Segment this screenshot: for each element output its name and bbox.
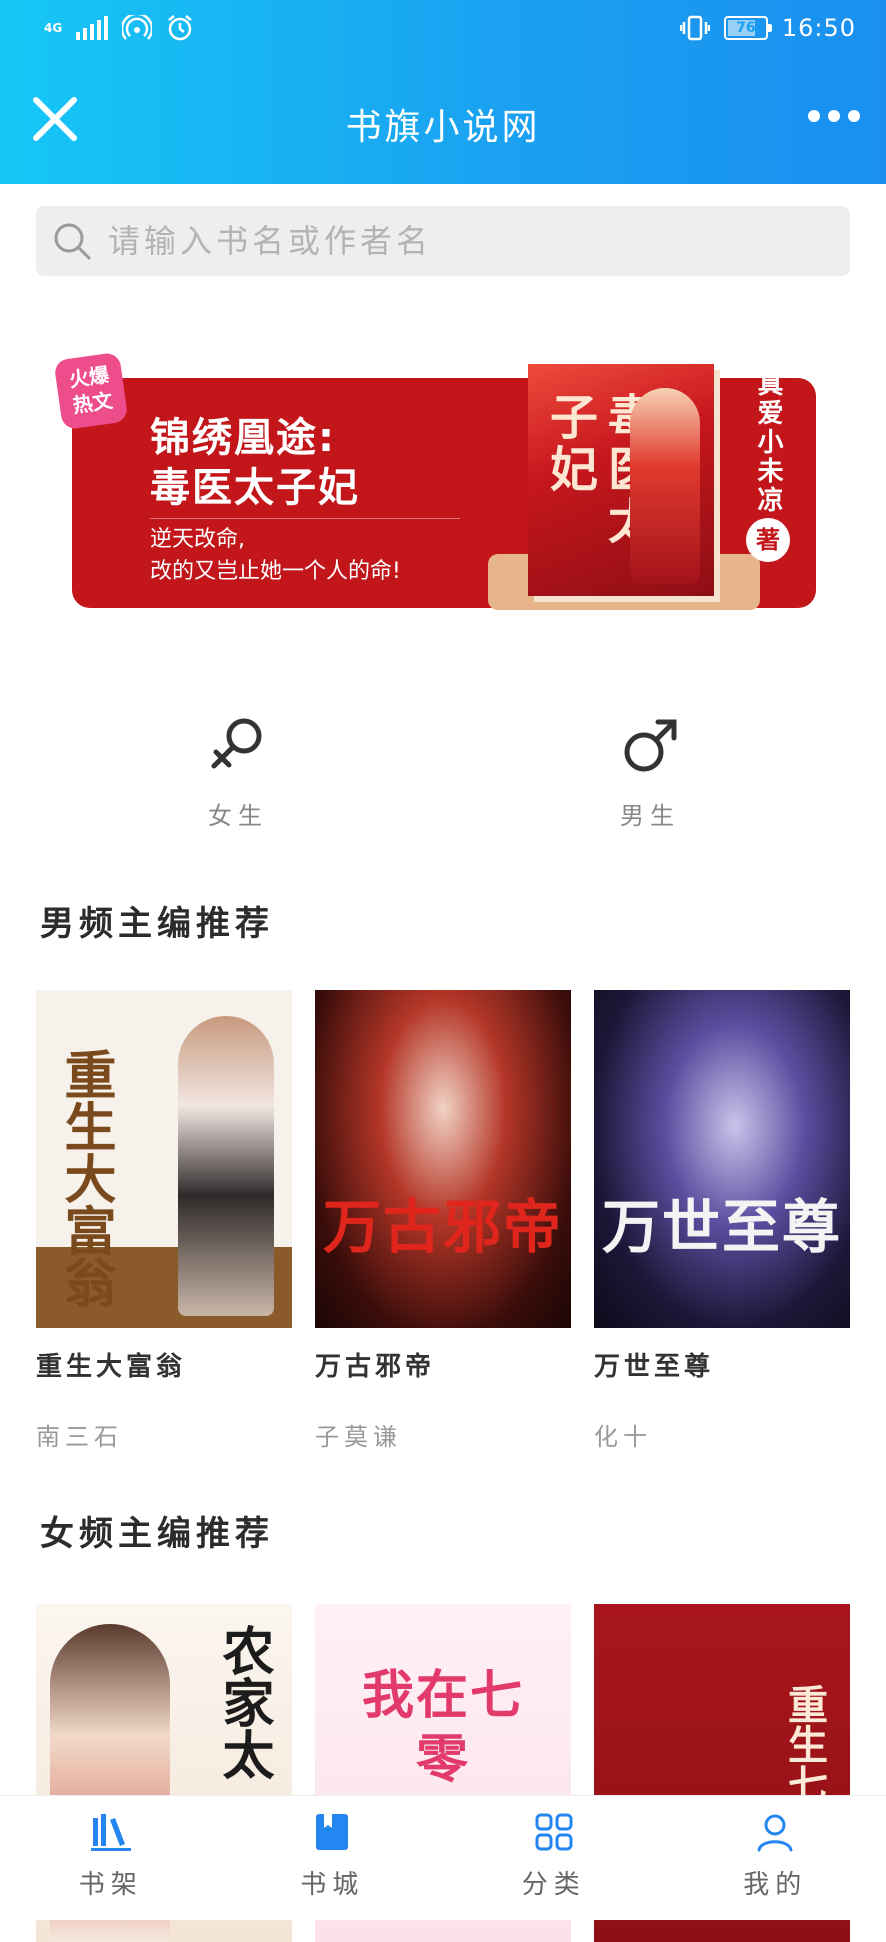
nav-label-bookshelf: 书架 xyxy=(0,1864,222,1901)
hot-badge: 火爆 热文 xyxy=(53,352,128,431)
network-type: 4G xyxy=(44,22,62,34)
search-input[interactable] xyxy=(106,221,810,261)
book-cover: 重生大富翁 xyxy=(36,990,292,1328)
book-title: 重生大富翁 xyxy=(36,1346,292,1383)
nav-label-category: 分类 xyxy=(443,1864,665,1901)
cover-illustration xyxy=(630,388,700,584)
category-icon xyxy=(532,1810,576,1854)
signal-icon xyxy=(76,16,108,40)
section-title-male: 男频主编推荐 xyxy=(40,896,274,945)
page-title: 书旗小说网 xyxy=(0,98,886,150)
clock: 16:50 xyxy=(782,14,856,42)
male-recommend-list: 重生大富翁 重生大富翁 南三石 万古邪帝 万古邪帝 子莫谦 万世至尊 万世至尊 … xyxy=(36,990,850,1452)
book-cover-text: 万世至尊 xyxy=(594,1180,850,1264)
nav-label-bookstore: 书城 xyxy=(222,1864,444,1901)
search-icon xyxy=(52,221,92,261)
nav-category[interactable]: 分类 xyxy=(443,1796,665,1920)
hotspot-icon xyxy=(122,15,152,41)
banner-subtitle-line2: 改的又岂止她一个人的命! xyxy=(150,556,401,588)
section-title-female: 女频主编推荐 xyxy=(40,1506,274,1555)
status-left: 4G xyxy=(44,14,194,42)
status-bar: 4G 76 1 xyxy=(0,0,886,60)
bookstore-icon xyxy=(310,1810,354,1854)
male-entry[interactable]: 男生 xyxy=(580,714,720,831)
banner-author: 真爱小未凉 xyxy=(748,370,788,515)
male-label: 男生 xyxy=(580,796,720,831)
book-cover-text: 万古邪帝 xyxy=(315,1180,571,1264)
female-entry[interactable]: 女生 xyxy=(168,714,308,831)
bottom-nav: 书架 书城 分类 我的 xyxy=(0,1795,886,1920)
book-cover: 万世至尊 xyxy=(594,990,850,1328)
book-author: 南三石 xyxy=(36,1417,292,1452)
banner-book-cover: 毒医太子妃 xyxy=(528,364,714,596)
book-cover-text: 农家太 xyxy=(214,1624,272,1780)
book-cover-text: 重生大富翁 xyxy=(56,1048,114,1308)
alarm-icon xyxy=(166,14,194,42)
book-author: 化十 xyxy=(594,1417,850,1452)
nav-bookstore[interactable]: 书城 xyxy=(222,1796,444,1920)
profile-icon xyxy=(753,1810,797,1854)
vibrate-icon xyxy=(680,15,710,41)
book-cover: 万古邪帝 xyxy=(315,990,571,1328)
book-title: 万世至尊 xyxy=(594,1346,850,1383)
male-icon xyxy=(620,714,680,776)
more-icon[interactable] xyxy=(808,104,860,128)
banner-subtitle-line1: 逆天改命, xyxy=(150,524,245,556)
female-icon xyxy=(208,714,268,776)
book-cover-text: 我在七零 xyxy=(315,1664,571,1792)
female-label: 女生 xyxy=(168,796,308,831)
promo-banner[interactable]: 火爆 热文 锦绣凰途: 毒医太子妃 逆天改命, 改的又岂止她一个人的命! 毒医太… xyxy=(58,356,816,630)
status-right: 76 16:50 xyxy=(680,14,856,42)
app-header: 4G 76 1 xyxy=(0,0,886,184)
nav-label-profile: 我的 xyxy=(665,1864,886,1901)
book-title: 万古邪帝 xyxy=(315,1346,571,1383)
bookshelf-icon xyxy=(89,1810,133,1854)
nav-bookshelf[interactable]: 书架 xyxy=(0,1796,222,1920)
book-card[interactable]: 万古邪帝 万古邪帝 子莫谦 xyxy=(315,990,571,1452)
battery-text: 76 xyxy=(726,19,766,37)
book-cover-text: 重生七 xyxy=(780,1684,828,1804)
book-author: 子莫谦 xyxy=(315,1417,571,1452)
banner-title-line1: 锦绣凰途: xyxy=(150,412,336,464)
banner-author-suffix: 著 xyxy=(746,518,790,562)
battery-icon: 76 xyxy=(724,16,768,40)
nav-profile[interactable]: 我的 xyxy=(665,1796,886,1920)
book-card[interactable]: 重生大富翁 重生大富翁 南三石 xyxy=(36,990,292,1452)
banner-title-line2: 毒医太子妃 xyxy=(150,462,360,514)
search-bar[interactable] xyxy=(36,206,850,276)
book-card[interactable]: 万世至尊 万世至尊 化十 xyxy=(594,990,850,1452)
